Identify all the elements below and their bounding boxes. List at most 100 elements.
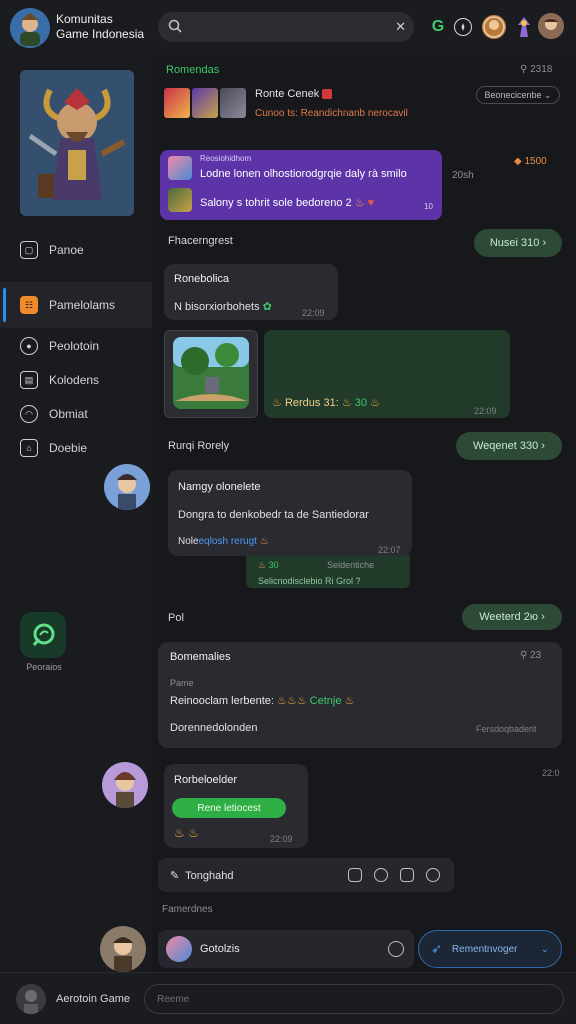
game-thumbnail[interactable] — [164, 88, 190, 118]
sidebar-item-peolotoin[interactable]: ● Peolotoin — [0, 328, 152, 364]
flame-icon: ♨ — [272, 397, 282, 409]
flame-icon: ♨ — [259, 536, 269, 547]
sidebar-item-pamelolams[interactable]: ☷ Pamelolams — [0, 282, 152, 328]
search-input[interactable]: ✕ — [158, 12, 414, 42]
game-thumbnail[interactable] — [192, 88, 218, 118]
thumbnail-row[interactable] — [164, 88, 248, 121]
side-count: ◆ 1500 — [514, 156, 547, 167]
sidebar-item-obmiat[interactable]: ◠ Obmiat — [0, 396, 152, 432]
tool-icons — [348, 868, 440, 882]
message-title-2: Namgy olonelete — [178, 481, 261, 493]
reaction-label: Rerdus 31: — [284, 397, 339, 409]
flame-icon: ♨♨♨ — [277, 695, 307, 707]
sidebar-item-label: Obmiat — [49, 407, 88, 421]
inline-reply-row: ♨ 30 Seidentiche — [258, 560, 374, 571]
emoji-icon[interactable] — [374, 868, 388, 882]
sidebar-item-label: Doebie — [49, 441, 88, 455]
inline-text: Seidentiche — [327, 560, 375, 570]
sidebar-item-doebie[interactable]: ⌂ Doebie — [0, 430, 152, 466]
user-avatar[interactable] — [104, 464, 150, 510]
message-action-button[interactable]: Rene letiocest — [172, 798, 286, 818]
hero-character-image[interactable] — [20, 70, 134, 216]
reaction-row: ♨ Rerdus 31: ♨ 30 ♨ — [272, 396, 380, 409]
message-footer-right: Fersdoqbaderit — [476, 724, 537, 734]
message-title: Ronebolica — [174, 273, 230, 285]
message-subtitle-3: Pame — [170, 678, 194, 688]
user-avatar-2[interactable] — [102, 762, 148, 808]
message-count-3: ⚲ 23 — [520, 650, 542, 661]
composer-box[interactable] — [158, 930, 414, 968]
flame-icon: ♨ — [354, 197, 365, 209]
message-line-3: Reinooclam lerbente: ♨♨♨ Cetnje ♨ — [170, 694, 354, 707]
my-avatar[interactable] — [100, 926, 146, 972]
sidebar-item-kolodens[interactable]: ▤ Kolodens — [0, 362, 152, 398]
flame-icon: ♨ — [341, 397, 352, 409]
bottom-user-label: Aerotoin Game — [56, 993, 130, 1005]
side-time: 22:0 — [542, 768, 560, 778]
sidebar-item-panoe[interactable]: ▢ Panoe — [0, 232, 152, 268]
profile-avatar-2[interactable] — [512, 15, 536, 39]
copy-icon[interactable] — [348, 868, 362, 882]
profile-avatar-1[interactable] — [482, 15, 506, 39]
title-line-2: Game Indonesia — [56, 27, 145, 41]
bottom-search-input[interactable]: Reeme — [144, 984, 564, 1014]
search-icon — [168, 19, 182, 33]
inline-count: 30 — [268, 560, 279, 570]
image-time: 22:09 — [474, 406, 497, 416]
image-attachment[interactable] — [164, 330, 258, 418]
see-more-label: Beonecicenbe — [484, 90, 542, 100]
app-shortcut-icon[interactable] — [20, 612, 66, 658]
bottom-user-avatar[interactable] — [16, 984, 46, 1014]
chart-icon: ▤ — [20, 371, 38, 389]
circle-icon: ◠ — [20, 405, 38, 423]
send-icon: ➶ — [431, 941, 442, 956]
profile-avatar-3[interactable] — [538, 13, 564, 39]
count-value: 2318 — [530, 64, 553, 75]
tool-label-text: Tonghahd — [185, 870, 234, 882]
sidebar-item-label: Panoe — [49, 243, 84, 257]
user-icon: ● — [20, 337, 38, 355]
compass-icon[interactable] — [454, 18, 472, 36]
message-title-3: Bomemalies — [170, 651, 231, 663]
inline-sub: Selicnodisclebio Ri Grol ? — [258, 576, 361, 586]
image-icon[interactable] — [400, 868, 414, 882]
side-count-value: 1500 — [524, 156, 547, 167]
square-icon: ▢ — [20, 241, 38, 259]
game-thumbnail[interactable] — [220, 88, 246, 118]
close-icon[interactable]: ✕ — [395, 19, 406, 35]
send-button[interactable]: ➶ Rementnvoger ⌄ — [418, 930, 562, 968]
sender-avatar-2 — [168, 188, 192, 212]
sidebar-item-label: Peolotoin — [49, 339, 100, 353]
refresh-icon[interactable] — [426, 868, 440, 882]
message-text-value: N bisorxiorbohets — [174, 301, 260, 313]
featured-line-2: Salony s tohrit sole bedoreno 2 ♨ ♥ — [200, 196, 374, 209]
community-avatar[interactable] — [10, 8, 50, 48]
message-text: N bisorxiorbohets ✿ — [174, 300, 272, 313]
section-label-2: Fhacerngrest — [168, 235, 233, 247]
title-line-1: Komunitas — [56, 12, 113, 26]
message-title-4: Rorbeloelder — [174, 774, 237, 786]
section-count: ⚲ 2318 — [520, 64, 553, 75]
featured-line-2-text: Salony s tohrit sole bedoreno 2 — [200, 197, 352, 209]
home-icon: ⌂ — [20, 439, 38, 457]
pencil-icon: ✎ — [170, 870, 180, 882]
feature-subtitle: Cunoo ts: Reandichnanb nerocavil — [255, 108, 408, 119]
flag-icon — [322, 89, 333, 100]
attach-icon[interactable] — [388, 941, 404, 957]
section-pill-4[interactable]: Weeterd 2ю › — [462, 604, 562, 630]
pill-label: Weqenet 330 — [473, 440, 539, 452]
sender-name: Reosiohidhom — [200, 154, 252, 163]
pill-label: Weeterd 2ю — [479, 611, 539, 623]
g-icon[interactable]: G — [426, 15, 450, 39]
heart-icon: ♥ — [367, 197, 375, 209]
message-link[interactable]: eqlosh rerugt — [199, 536, 257, 547]
section-pill-3[interactable]: Weqenet 330 › — [456, 432, 562, 460]
chevron-down-icon: ⌄ — [540, 943, 549, 955]
message-time-4: 22:09 — [270, 834, 293, 844]
see-more-button[interactable]: Beonecicenbe ⌄ — [476, 86, 560, 104]
message-time-2: 22:07 — [378, 545, 401, 555]
sidebar-item-label: Kolodens — [49, 373, 100, 387]
pill-label: Nusei 310 — [489, 237, 540, 249]
count-value: 23 — [530, 650, 542, 661]
section-pill-2[interactable]: Nusei 310 › — [474, 229, 562, 257]
